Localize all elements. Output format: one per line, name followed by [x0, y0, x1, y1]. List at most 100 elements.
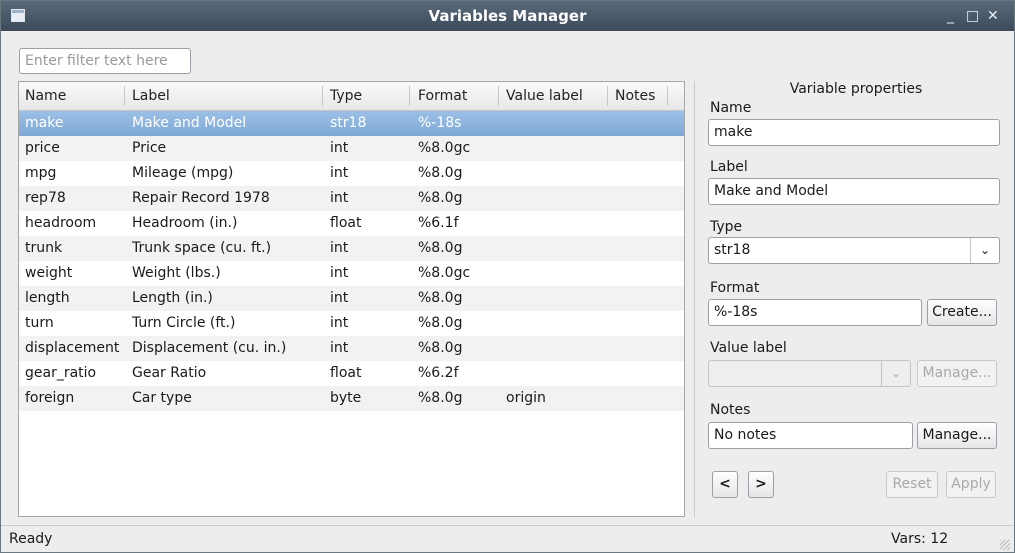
properties-title: Variable properties [789, 81, 923, 97]
format-field[interactable]: %-18s [708, 299, 922, 326]
variables-table[interactable]: Name Label Type Format Value label Notes… [18, 81, 685, 517]
column-header-format[interactable]: Format [418, 88, 467, 104]
cell-name: weight [25, 265, 73, 281]
cell-type: byte [330, 390, 362, 406]
maximize-icon[interactable]: □ [966, 7, 979, 25]
column-header-notes[interactable]: Notes [615, 88, 655, 104]
chevron-down-icon[interactable]: ⌄ [970, 238, 999, 263]
column-divider[interactable] [124, 86, 125, 106]
table-row[interactable]: displacement Displacement (cu. in.) int %8.… [19, 336, 684, 361]
cell-type: int [330, 140, 349, 156]
variables-manager-window: Variables Manager _ □ ✕ Enter filter tex… [0, 0, 1015, 553]
apply-button[interactable]: Apply [946, 471, 996, 498]
cell-format: %6.2f [418, 365, 459, 381]
previous-variable-button[interactable]: < [712, 471, 738, 498]
type-dropdown[interactable]: str18 ⌄ [708, 237, 1000, 264]
column-header-name[interactable]: Name [25, 88, 66, 104]
value-label-label: Value label [710, 340, 787, 356]
manage-value-label-button[interactable]: Manage... [917, 360, 997, 387]
table-row[interactable]: price Price int %8.0gc [19, 136, 684, 161]
notes-label: Notes [710, 402, 751, 418]
panel-divider[interactable] [694, 81, 695, 517]
cell-label: Turn Circle (ft.) [132, 315, 236, 331]
reset-button[interactable]: Reset [886, 471, 938, 498]
column-header-value-label[interactable]: Value label [506, 88, 583, 104]
column-divider[interactable] [498, 86, 499, 106]
chevron-down-icon[interactable]: ⌄ [881, 361, 910, 386]
table-row[interactable]: rep78 Repair Record 1978 int %8.0g [19, 186, 684, 211]
cell-type: int [330, 190, 349, 206]
cell-format: %8.0g [418, 165, 463, 181]
cell-format: %8.0g [418, 315, 463, 331]
cell-format: %8.0g [418, 390, 463, 406]
column-divider[interactable] [667, 86, 668, 106]
cell-type: int [330, 290, 349, 306]
cell-value-label: origin [506, 390, 546, 406]
cell-name: make [25, 115, 64, 131]
column-header-label[interactable]: Label [132, 88, 170, 104]
name-label: Name [710, 100, 752, 116]
resize-grip-icon[interactable] [1000, 540, 1010, 550]
format-label: Format [710, 280, 760, 296]
cell-label: Weight (lbs.) [132, 265, 221, 281]
column-header-type[interactable]: Type [330, 88, 362, 104]
cell-label: Make and Model [132, 115, 247, 131]
cell-label: Gear Ratio [132, 365, 207, 381]
cell-label: Repair Record 1978 [132, 190, 270, 206]
column-divider[interactable] [607, 86, 608, 106]
cell-type: int [330, 315, 349, 331]
cell-format: %8.0g [418, 190, 463, 206]
notes-field[interactable]: No notes [708, 422, 913, 449]
create-format-button[interactable]: Create... [927, 299, 997, 326]
cell-format: %8.0g [418, 290, 463, 306]
cell-name: headroom [25, 215, 97, 231]
table-row[interactable]: turn Turn Circle (ft.) int %8.0g [19, 311, 684, 336]
cell-label: Car type [132, 390, 192, 406]
cell-format: %8.0g [418, 340, 463, 356]
cell-type: int [330, 165, 349, 181]
cell-name: turn [25, 315, 54, 331]
cell-name: price [25, 140, 60, 156]
name-field[interactable]: make [708, 119, 1000, 146]
table-row[interactable]: trunk Trunk space (cu. ft.) int %8.0g [19, 236, 684, 261]
table-row[interactable]: length Length (in.) int %8.0g [19, 286, 684, 311]
cell-format: %6.1f [418, 215, 459, 231]
manage-notes-button[interactable]: Manage... [917, 422, 997, 449]
cell-name: length [25, 290, 70, 306]
cell-name: displacement [25, 340, 120, 356]
cell-name: trunk [25, 240, 63, 256]
next-variable-button[interactable]: > [748, 471, 774, 498]
title-bar[interactable]: Variables Manager _ □ ✕ [1, 1, 1014, 31]
filter-input[interactable]: Enter filter text here [19, 48, 191, 74]
cell-label: Displacement (cu. in.) [132, 340, 287, 356]
table-header: Name Label Type Format Value label Notes [19, 82, 684, 111]
cell-format: %-18s [418, 115, 462, 131]
column-divider[interactable] [322, 86, 323, 106]
close-icon[interactable]: ✕ [987, 7, 999, 25]
status-text: Ready [9, 531, 53, 547]
table-row[interactable]: headroom Headroom (in.) float %6.1f [19, 211, 684, 236]
table-row[interactable]: weight Weight (lbs.) int %8.0gc [19, 261, 684, 286]
table-row[interactable]: make Make and Model str18 %-18s [19, 111, 684, 136]
cell-label: Headroom (in.) [132, 215, 238, 231]
label-field[interactable]: Make and Model [708, 178, 1000, 205]
cell-label: Trunk space (cu. ft.) [132, 240, 272, 256]
column-divider[interactable] [409, 86, 410, 106]
vars-count: Vars: 12 [891, 531, 949, 547]
cell-format: %8.0gc [418, 140, 471, 156]
cell-type: int [330, 340, 349, 356]
cell-type: str18 [330, 115, 367, 131]
table-row[interactable]: mpg Mileage (mpg) int %8.0g [19, 161, 684, 186]
cell-type: int [330, 240, 349, 256]
cell-name: rep78 [25, 190, 66, 206]
label-label: Label [710, 159, 748, 175]
value-label-dropdown[interactable]: ⌄ [708, 360, 911, 387]
type-label: Type [710, 219, 743, 235]
table-row[interactable]: gear_ratio Gear Ratio float %6.2f [19, 361, 684, 386]
cell-name: mpg [25, 165, 57, 181]
cell-format: %8.0gc [418, 265, 471, 281]
table-row[interactable]: foreign Car type byte %8.0g origin [19, 386, 684, 411]
cell-name: gear_ratio [25, 365, 97, 381]
cell-type: int [330, 265, 349, 281]
minimize-icon[interactable]: _ [947, 7, 954, 25]
